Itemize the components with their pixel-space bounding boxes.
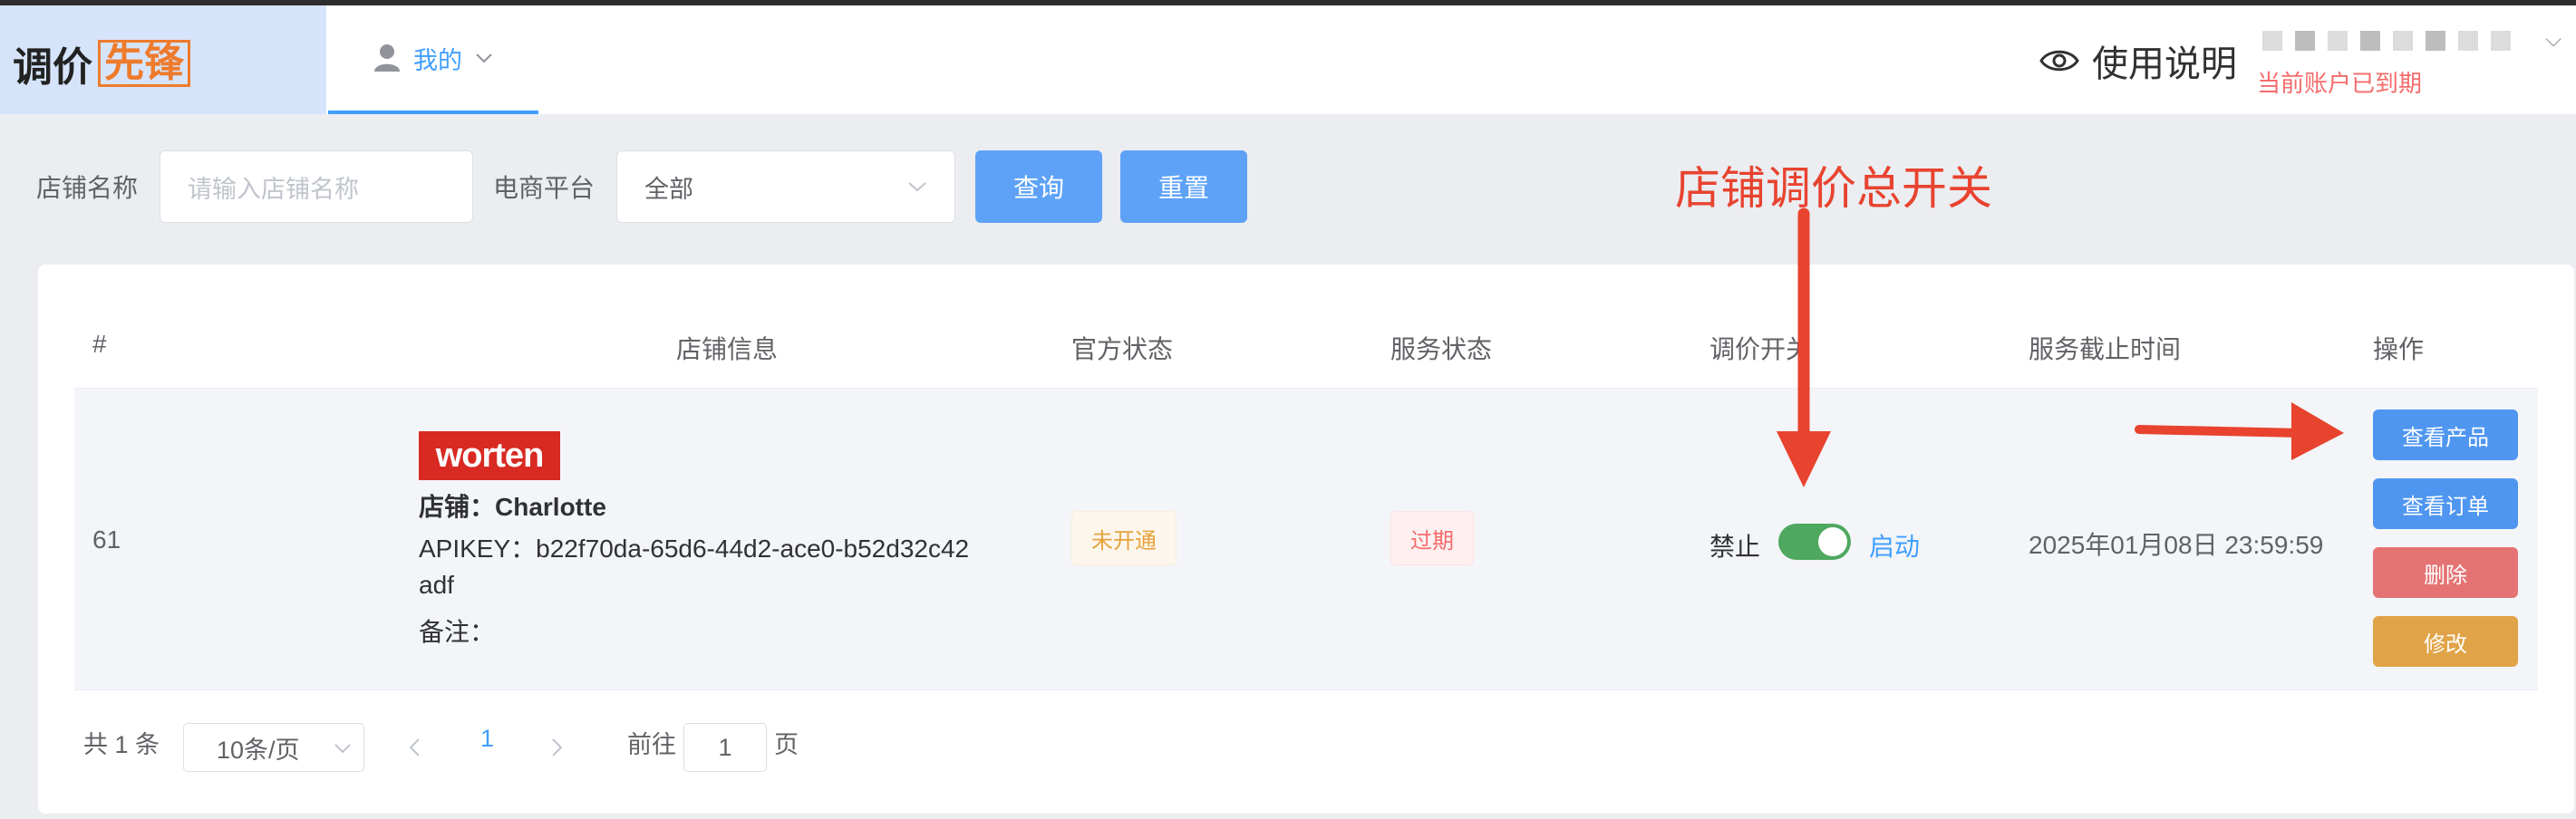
page-size-select[interactable]: 10条/页 bbox=[183, 723, 364, 772]
page-suffix-label: 页 bbox=[774, 731, 799, 758]
blurred-account-name bbox=[2262, 31, 2511, 51]
service-status-badge: 过期 bbox=[1390, 511, 1474, 565]
pagination-total: 共 1 条 bbox=[83, 731, 160, 758]
logo[interactable]: 调价 先锋 bbox=[0, 5, 326, 114]
menu-my[interactable]: 我的 bbox=[328, 5, 538, 114]
shop-name-input[interactable]: 请输入店铺名称 bbox=[160, 150, 474, 223]
chevron-down-icon bbox=[908, 182, 926, 192]
price-adjust-switch[interactable] bbox=[1778, 524, 1851, 560]
shop-apikey: APIKEY：b22f70da-65d6-44d2-ace0-b52d32c42 bbox=[419, 535, 970, 563]
column-header-shop-info: 店铺信息 bbox=[676, 335, 779, 363]
column-header-price-switch: 调价开关 bbox=[1709, 335, 1812, 363]
column-header-index: # bbox=[92, 330, 107, 358]
logo-main-text: 调价 bbox=[13, 44, 92, 91]
column-header-service-status: 服务状态 bbox=[1390, 335, 1493, 363]
page-size-value: 10条/页 bbox=[217, 736, 300, 764]
user-icon bbox=[374, 44, 400, 72]
column-header-actions: 操作 bbox=[2373, 335, 2425, 363]
delete-button[interactable]: 删除 bbox=[2373, 547, 2518, 598]
platform-select[interactable]: 全部 bbox=[616, 150, 956, 223]
chevron-down-icon bbox=[334, 744, 351, 753]
account-chevron-icon[interactable]: ⌵ bbox=[2545, 27, 2561, 53]
switch-off-label: 禁止 bbox=[1709, 533, 1761, 561]
prev-page-icon[interactable] bbox=[408, 737, 421, 757]
chevron-down-icon bbox=[476, 53, 492, 63]
goto-page-input[interactable]: 1 bbox=[683, 723, 767, 772]
page-number-current[interactable]: 1 bbox=[480, 725, 494, 753]
filter-bar: 店铺名称 请输入店铺名称 电商平台 全部 查询 重置 bbox=[36, 150, 1248, 223]
help-label: 使用说明 bbox=[2092, 44, 2237, 84]
logo-highlight-text: 先锋 bbox=[98, 40, 190, 87]
shop-note: 备注： bbox=[419, 618, 496, 646]
column-header-deadline: 服务截止时间 bbox=[2029, 335, 2182, 363]
row-index: 61 bbox=[92, 525, 121, 554]
switch-knob bbox=[1818, 527, 1847, 556]
shop-name: 店铺：Charlotte bbox=[419, 493, 606, 521]
shop-name-label: 店铺名称 bbox=[36, 174, 139, 202]
query-button[interactable]: 查询 bbox=[975, 150, 1103, 223]
view-orders-button[interactable]: 查看订单 bbox=[2373, 478, 2518, 529]
next-page-icon[interactable] bbox=[551, 737, 564, 757]
edit-button[interactable]: 修改 bbox=[2373, 616, 2518, 667]
service-deadline: 2025年01月08日 23:59:59 bbox=[2029, 531, 2324, 559]
help-link[interactable]: 使用说明 bbox=[2039, 34, 2237, 87]
switch-on-label: 启动 bbox=[1869, 533, 1921, 561]
shop-platform-logo: worten bbox=[419, 431, 560, 480]
platform-value: 全部 bbox=[644, 175, 694, 203]
goto-label: 前往 bbox=[627, 731, 676, 758]
platform-label: 电商平台 bbox=[493, 174, 596, 202]
menu-my-label: 我的 bbox=[413, 46, 462, 74]
shop-apikey-cont: adf bbox=[419, 571, 454, 599]
column-header-official-status: 官方状态 bbox=[1071, 335, 1174, 363]
reset-button[interactable]: 重置 bbox=[1120, 150, 1248, 223]
official-status-badge: 未开通 bbox=[1071, 511, 1177, 565]
account-expired-notice: 当前账户已到期 bbox=[2257, 70, 2423, 97]
view-products-button[interactable]: 查看产品 bbox=[2373, 410, 2518, 460]
annotation-label: 店铺调价总开关 bbox=[1675, 162, 1992, 215]
eye-icon bbox=[2039, 50, 2079, 72]
